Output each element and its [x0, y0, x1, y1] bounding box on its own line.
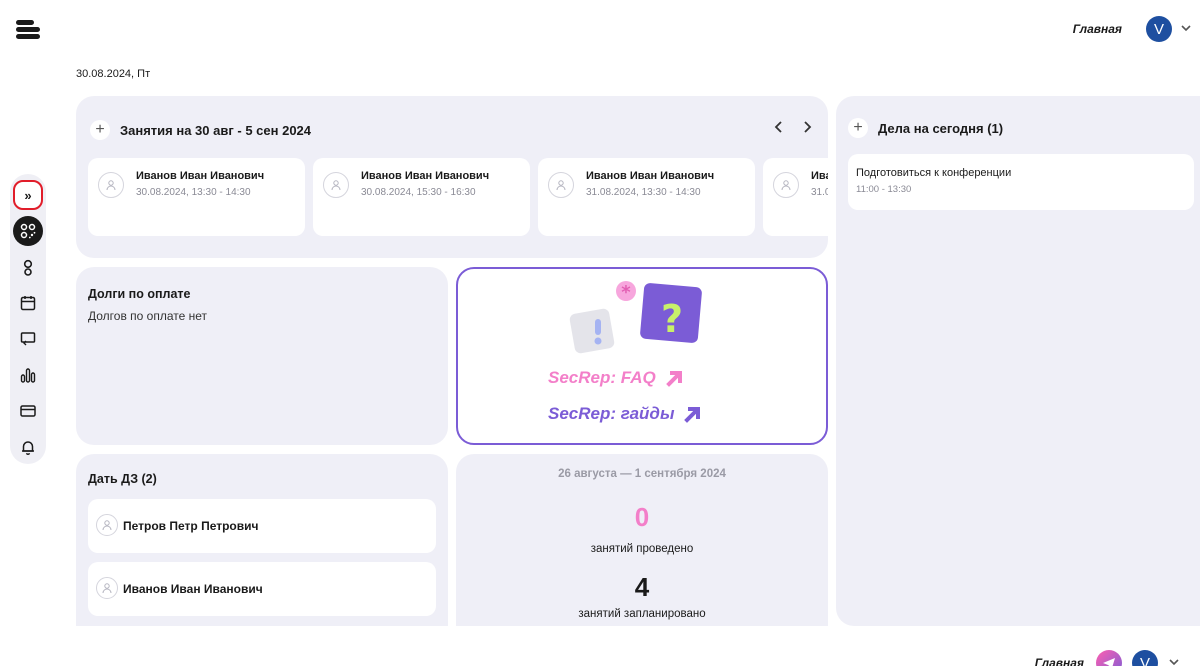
sidebar: » — [10, 174, 46, 464]
lesson-time: 31.08.2024, 13:30 - 14:30 — [586, 187, 701, 198]
app-logo[interactable] — [16, 20, 42, 40]
faq-panel: * ? SecRep: FAQ SecRep: гайды — [456, 267, 828, 445]
chevron-right-icon[interactable] — [802, 120, 812, 139]
homework-title: Дать ДЗ (2) — [88, 472, 157, 486]
debts-title: Долги по оплате — [88, 287, 191, 301]
homework-item[interactable]: Иванов Иван Иванович — [88, 562, 436, 616]
bell-icon — [22, 441, 34, 455]
lesson-student-name: Иванов Иван Иванович — [361, 170, 490, 182]
add-lesson-button[interactable]: + — [90, 120, 110, 140]
person-icon — [323, 172, 349, 198]
lesson-card[interactable]: Иванов Иван Иванович 31.08.2024, 13:30 -… — [538, 158, 755, 236]
lessons-done-label: занятий проведено — [590, 543, 694, 555]
chevron-down-icon[interactable] — [1180, 22, 1192, 37]
screen-icon — [20, 332, 36, 346]
task-item[interactable]: Подготовиться к конференции 11:00 - 13:3… — [848, 154, 1194, 210]
calendar-icon — [20, 296, 36, 311]
debts-subtitle: Долгов по оплате нет — [88, 309, 208, 323]
task-time: 11:00 - 13:30 — [856, 184, 912, 195]
homework-student-name: Иванов Иван Иванович — [123, 582, 263, 596]
person-icon — [98, 172, 124, 198]
guides-link-label: SecRep: гайды — [548, 404, 675, 423]
task-title: Подготовиться к конференции — [856, 167, 1012, 179]
lessons-done-count: 0 — [634, 502, 650, 532]
nav-title[interactable]: Главная — [1073, 22, 1122, 36]
telegram-icon[interactable] — [1096, 650, 1122, 666]
person-icon — [23, 259, 33, 276]
lessons-planned-label: занятий запланировано — [578, 608, 706, 620]
person-icon — [773, 172, 799, 198]
guides-link[interactable]: SecRep: гайды — [548, 403, 704, 425]
lesson-card[interactable]: Иванов Иван Иванович 30.08.2024, 15:30 -… — [313, 158, 530, 236]
homework-item[interactable]: Петров Петр Петрович — [88, 499, 436, 553]
today-tasks-panel: + Дела на сегодня (1) Подготовиться к ко… — [836, 96, 1200, 626]
current-date: 30.08.2024, Пт — [76, 68, 151, 80]
person-icon — [548, 172, 574, 198]
lesson-card[interactable]: Ива 31.0 — [763, 158, 828, 236]
sidebar-expand-button[interactable]: » — [13, 180, 43, 210]
homework-panel: Дать ДЗ (2) Петров Петр Петрович Иванов … — [76, 454, 448, 626]
arrow-up-right-icon — [665, 371, 682, 387]
footer-nav-title[interactable]: Главная — [1035, 656, 1084, 666]
faq-illustration: * ? — [569, 281, 702, 354]
person-icon — [96, 577, 118, 599]
sidebar-item-statistics[interactable] — [13, 360, 43, 390]
top-bar: Главная V — [1073, 16, 1192, 42]
lesson-student-name: Иванов Иван Иванович — [586, 170, 715, 182]
lesson-student-name: Ива — [811, 170, 828, 182]
lessons-panel: + Занятия на 30 авг - 5 сен 2024 Иванов … — [76, 96, 828, 258]
person-icon — [96, 514, 118, 536]
stats-panel: 26 августа — 1 сентября 2024 0 занятий п… — [456, 454, 828, 626]
sidebar-item-lessons[interactable] — [13, 324, 43, 354]
add-task-button[interactable]: + — [848, 118, 868, 138]
sidebar-item-students[interactable] — [13, 252, 43, 282]
sidebar-item-calendar[interactable] — [13, 288, 43, 318]
svg-text:*: * — [621, 282, 631, 303]
stats-range: 26 августа — 1 сентября 2024 — [558, 468, 726, 480]
user-avatar[interactable]: V — [1146, 16, 1172, 42]
lesson-time: 31.0 — [811, 187, 828, 198]
sidebar-item-payments[interactable] — [13, 396, 43, 426]
today-title: Дела на сегодня (1) — [878, 120, 1004, 136]
lesson-student-name: Иванов Иван Иванович — [136, 170, 265, 182]
grid-icon — [20, 223, 36, 239]
chevron-left-icon[interactable] — [774, 120, 784, 139]
lesson-time: 30.08.2024, 15:30 - 16:30 — [361, 187, 476, 198]
debts-panel: Долги по оплате Долгов по оплате нет — [76, 267, 448, 445]
bar-chart-icon — [20, 368, 36, 383]
svg-text:?: ? — [661, 297, 683, 341]
faq-link[interactable]: SecRep: FAQ — [548, 367, 686, 389]
faq-link-label: SecRep: FAQ — [548, 368, 656, 387]
lesson-card[interactable]: Иванов Иван Иванович 30.08.2024, 13:30 -… — [88, 158, 305, 236]
homework-student-name: Петров Петр Петрович — [123, 519, 259, 533]
footer-bar: Главная V — [1035, 650, 1180, 666]
sidebar-item-dashboard[interactable] — [13, 216, 43, 246]
footer-user-avatar[interactable]: V — [1132, 650, 1158, 666]
sidebar-item-notifications[interactable] — [13, 432, 43, 462]
double-chevron-right-icon: » — [24, 187, 32, 203]
lesson-time: 30.08.2024, 13:30 - 14:30 — [136, 187, 251, 198]
credit-card-icon — [20, 405, 36, 417]
lessons-planned-count: 4 — [634, 572, 650, 602]
arrow-up-right-icon — [684, 407, 701, 423]
chevron-down-icon[interactable] — [1168, 656, 1180, 666]
lessons-title: Занятия на 30 авг - 5 сен 2024 — [120, 122, 312, 138]
